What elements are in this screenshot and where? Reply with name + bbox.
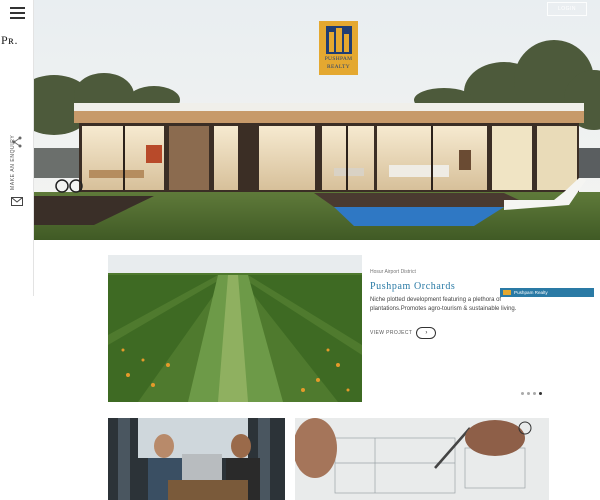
blueprint-photo[interactable] [295, 418, 549, 500]
carousel-dot-active[interactable] [539, 392, 542, 395]
side-brand-mark[interactable]: Pʀ. [1, 33, 18, 48]
orchard-illustration [108, 255, 362, 402]
meeting-illustration [108, 418, 285, 500]
brand-logo[interactable]: PUSHPAM REALTY [319, 21, 358, 75]
hero-image: LOGIN PUSHPAM REALTY [34, 0, 600, 240]
carousel-dot[interactable] [521, 392, 524, 395]
view-project-link[interactable]: VIEW PROJECT › [370, 327, 437, 339]
project-description: Niche plotted development featuring a pl… [370, 297, 517, 312]
hamburger-icon[interactable] [10, 7, 25, 19]
badge-label: Pushpam Realty [514, 290, 548, 295]
mail-icon[interactable] [11, 197, 23, 206]
enquiry-link[interactable]: MAKE AN ENQUIRY [10, 135, 24, 190]
flag-icon [503, 290, 511, 295]
logo-line2: REALTY [327, 64, 350, 70]
login-button[interactable]: LOGIN [547, 2, 587, 16]
orchard-photo[interactable] [108, 255, 362, 402]
view-project-label: VIEW PROJECT [370, 330, 413, 336]
carousel-dot[interactable] [527, 392, 530, 395]
carousel-dot[interactable] [533, 392, 536, 395]
house-hero-illustration [34, 0, 600, 240]
meeting-photo[interactable] [108, 418, 285, 500]
pushpam-realty-badge[interactable]: Pushpam Realty [500, 288, 594, 297]
logo-line1: PUSHPAM [324, 56, 353, 62]
project-district: Hosur Airport District [370, 269, 416, 275]
blueprint-illustration [295, 418, 549, 500]
project-card: Hosur Airport District Pushpam Orchards … [108, 255, 594, 402]
building-logo-icon [325, 26, 352, 54]
page: LOGIN PUSHPAM REALTY MAKE AN ENQUIRY Pʀ. [0, 0, 600, 500]
chevron-right-icon[interactable]: › [416, 327, 437, 339]
carousel-dots [521, 392, 542, 395]
project-title[interactable]: Pushpam Orchards [370, 281, 455, 292]
